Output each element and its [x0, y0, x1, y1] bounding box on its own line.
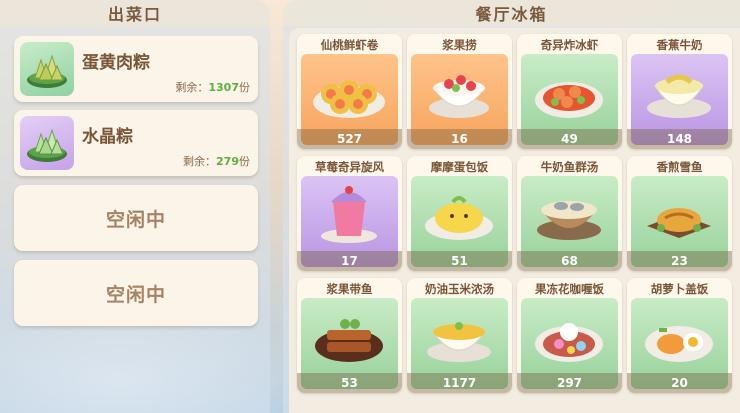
- dish-card[interactable]: 奶油玉米浓汤 1177: [407, 278, 512, 393]
- serving-slot-idle-1[interactable]: 空闲中: [14, 185, 258, 251]
- dish-count: 16: [407, 129, 512, 149]
- dish-card[interactable]: 摩摩蛋包饭 51: [407, 156, 512, 271]
- dish-name: 草莓奇异旋风: [315, 160, 384, 174]
- dish-card[interactable]: 果冻花咖喱饭 297: [517, 278, 622, 393]
- dish-count: 148: [627, 129, 732, 149]
- dish-card[interactable]: 牛奶鱼群汤 68: [517, 156, 622, 271]
- zongzi-icon: [20, 116, 74, 170]
- dish-card[interactable]: 浆果捞 16: [407, 34, 512, 149]
- dish-count: 53: [297, 373, 402, 393]
- serving-window-header: 出菜口: [0, 0, 270, 26]
- dish-count: 297: [517, 373, 622, 393]
- dish-name: 奶油玉米浓汤: [425, 282, 494, 296]
- restaurant-fridge-panel: 餐厅冰箱 仙桃鲜虾卷 527 浆果捞 16 奇异炸冰虾 49 香蕉牛奶 148 …: [283, 0, 740, 413]
- dish-name: 果冻花咖喱饭: [535, 282, 604, 296]
- dish-count: 527: [297, 129, 402, 149]
- dish-name: 浆果带鱼: [326, 282, 373, 296]
- serving-slot-2[interactable]: 水晶粽 剩余：279份: [14, 110, 258, 176]
- dish-card[interactable]: 香蕉牛奶 148: [627, 34, 732, 149]
- dish-count: 68: [517, 251, 622, 271]
- dish-count: 51: [407, 251, 512, 271]
- dish-name: 香煎雪鱼: [656, 160, 703, 174]
- serving-slot-1[interactable]: 蛋黄肉粽 剩余：1307份: [14, 36, 258, 102]
- dish-card[interactable]: 浆果带鱼 53: [297, 278, 402, 393]
- dish-name: 胡萝卜盖饭: [650, 282, 709, 296]
- dish-card[interactable]: 胡萝卜盖饭 20: [627, 278, 732, 393]
- dish-count: 20: [627, 373, 732, 393]
- zongzi-icon: [20, 42, 74, 96]
- dish-card[interactable]: 香煎雪鱼 23: [627, 156, 732, 271]
- dish-name: 牛奶鱼群汤: [540, 160, 599, 174]
- fridge-grid: 仙桃鲜虾卷 527 浆果捞 16 奇异炸冰虾 49 香蕉牛奶 148 草莓奇异旋…: [289, 28, 740, 413]
- dish-name: 仙桃鲜虾卷: [320, 38, 379, 52]
- serving-window-panel: 出菜口 蛋黄肉粽 剩余：1307份 水晶粽 剩余：279份 空闲中 空闲中: [0, 0, 270, 413]
- dish-name: 香蕉牛奶: [656, 38, 703, 52]
- dish-count: 23: [627, 251, 732, 271]
- slot-remaining: 剩余：279份: [183, 155, 250, 168]
- serving-window-title: 出菜口: [107, 5, 162, 24]
- dish-name: 摩摩蛋包饭: [430, 160, 489, 174]
- idle-label: 空闲中: [105, 208, 166, 231]
- fridge-title: 餐厅冰箱: [475, 5, 548, 24]
- slot-dish-name: 水晶粽: [82, 127, 133, 147]
- dish-name: 奇异炸冰虾: [540, 38, 599, 52]
- fridge-header: 餐厅冰箱: [283, 0, 740, 26]
- dish-name: 浆果捞: [442, 38, 477, 52]
- dish-card[interactable]: 仙桃鲜虾卷 527: [297, 34, 402, 149]
- dish-card[interactable]: 奇异炸冰虾 49: [517, 34, 622, 149]
- dish-count: 49: [517, 129, 622, 149]
- dish-count: 1177: [407, 373, 512, 393]
- slot-remaining: 剩余：1307份: [175, 81, 250, 94]
- serving-slot-idle-2[interactable]: 空闲中: [14, 260, 258, 326]
- dish-count: 17: [297, 251, 402, 271]
- idle-label: 空闲中: [105, 283, 166, 306]
- dish-card[interactable]: 草莓奇异旋风 17: [297, 156, 402, 271]
- slot-dish-name: 蛋黄肉粽: [82, 53, 150, 73]
